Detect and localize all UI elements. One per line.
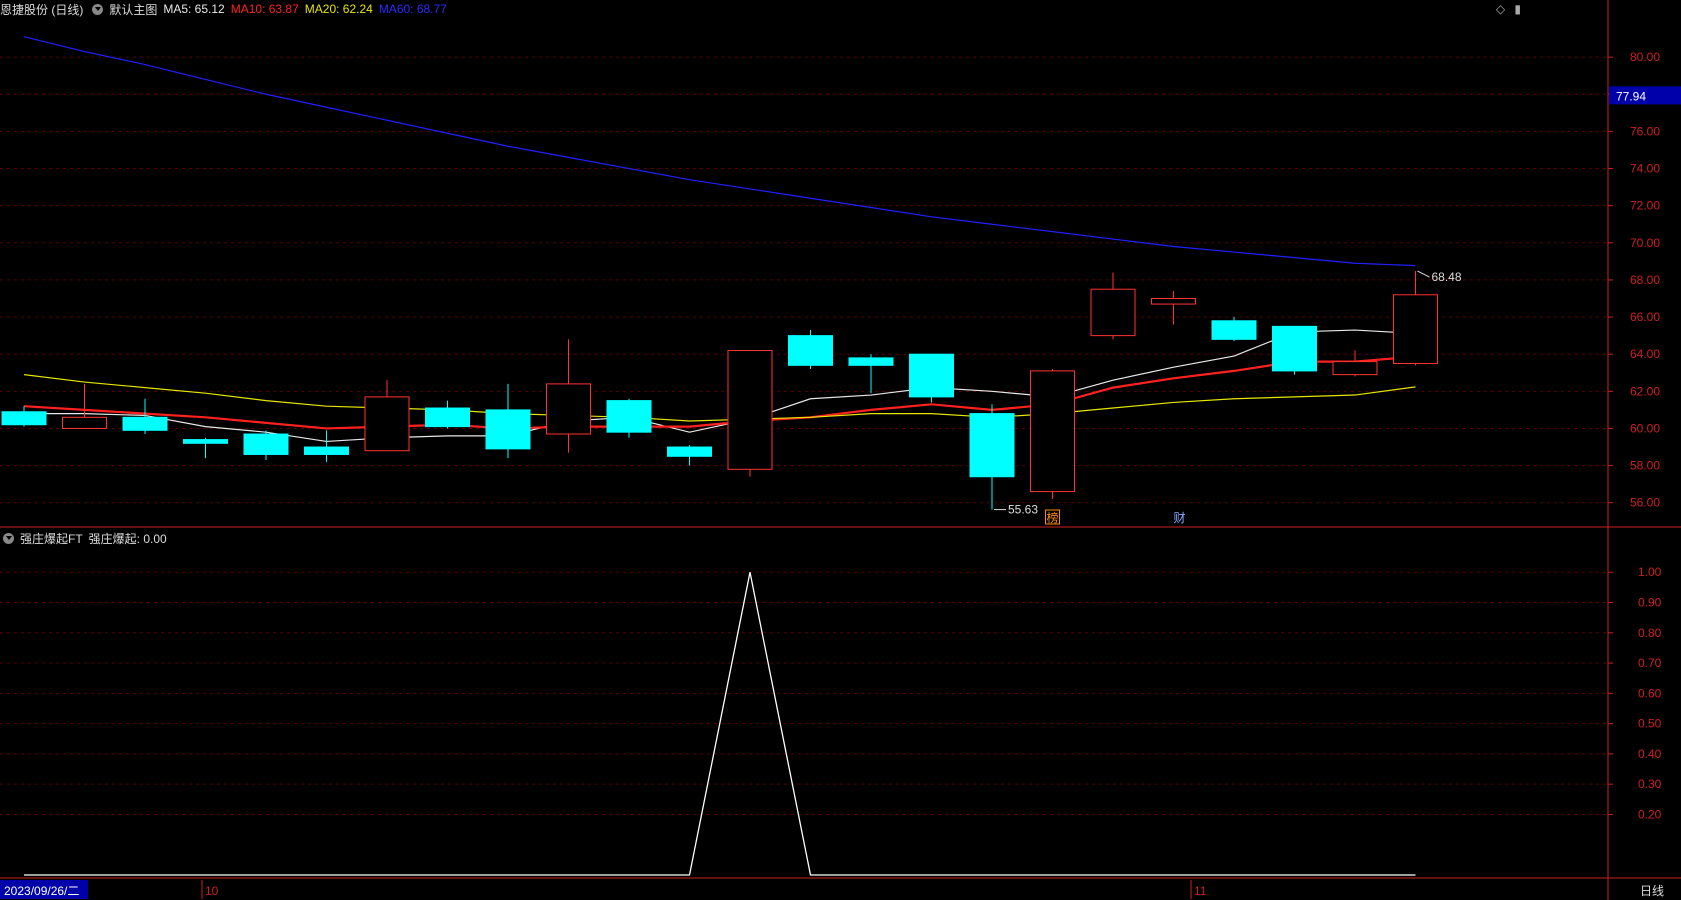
candle-up — [1151, 297, 1196, 305]
month-label-11: 11 — [1194, 884, 1207, 898]
y-tick-label: 0.40 — [1638, 747, 1662, 761]
scroll-handle-icon[interactable]: ▮ — [1514, 2, 1521, 16]
y-tick-label: 0.50 — [1638, 717, 1662, 731]
dropdown-icon[interactable] — [92, 3, 104, 15]
y-tick-label: 72.00 — [1630, 199, 1660, 213]
y-tick-label: 64.00 — [1630, 347, 1660, 361]
y-tick-label: 0.90 — [1638, 596, 1662, 610]
y-tick-label: 0.60 — [1638, 686, 1662, 700]
candle-down — [304, 446, 349, 455]
y-tick-label: 0.20 — [1638, 807, 1662, 821]
y-tick-label: 80.00 — [1630, 50, 1660, 64]
candle-up — [546, 383, 591, 435]
y-tick-label: 56.00 — [1630, 496, 1660, 510]
ma-line-ma10 — [23, 355, 1416, 430]
y-tick-label: 66.00 — [1630, 310, 1660, 324]
event-marker-1: 榜 — [1046, 510, 1058, 525]
sub-chart-header: 强庄爆起FT 强庄爆起: 0.00 — [0, 529, 173, 547]
stock-chart[interactable]: 56.00 58.00 60.00 62.00 64.00 66.00 68.00 70.00… — [0, 0, 1681, 900]
month-label-10: 10 — [205, 884, 219, 898]
y-tick-label: 0.70 — [1638, 656, 1662, 670]
period-label: 日线 — [1640, 884, 1664, 898]
y-tick-label: 62.00 — [1630, 384, 1660, 398]
ma5-label: MA5: 65.12 — [163, 2, 225, 16]
ma10-label: MA10: 63.87 — [230, 2, 299, 16]
candle-up — [727, 349, 773, 470]
ma60-label: MA60: 68.77 — [378, 2, 447, 16]
candle-up — [364, 396, 410, 452]
y-tick-label: 1.00 — [1638, 565, 1662, 579]
candle-down — [122, 416, 168, 431]
candle-up — [1090, 288, 1136, 337]
high-pointer — [1417, 270, 1430, 278]
chart-tools: ◇ ▮ — [1490, 2, 1521, 16]
y-tick-label: 70.00 — [1630, 236, 1660, 250]
candle-down — [485, 409, 531, 450]
low-price-label: 55.63 — [1008, 503, 1038, 517]
candle-up — [1030, 370, 1075, 493]
template-name[interactable]: 默认主图 — [109, 1, 157, 18]
ma20-label: MA20: 62.24 — [304, 2, 373, 16]
price-tag: 77.94 — [1616, 89, 1646, 103]
high-price-label: 68.48 — [1432, 270, 1462, 284]
candle-down — [667, 446, 712, 457]
y-tick-label: 74.00 — [1630, 162, 1660, 176]
candle-up — [1393, 294, 1438, 364]
candle-down — [1, 411, 47, 426]
indicator-value: 强庄爆起: 0.00 — [88, 531, 167, 546]
main-chart-header: 恩捷股份 (日线) 默认主图 MA5: 65.12 MA10: 63.87 MA… — [0, 0, 453, 18]
candle-down — [788, 335, 833, 366]
candle-up — [1332, 361, 1378, 376]
stock-title[interactable]: 恩捷股份 (日线) — [0, 1, 83, 18]
y-tick-label: 68.00 — [1630, 273, 1660, 287]
indicator-name[interactable]: 强庄爆起FT — [20, 530, 83, 547]
diamond-icon[interactable]: ◇ — [1496, 2, 1505, 16]
candle-down — [183, 439, 228, 444]
event-marker-2: 财 — [1173, 511, 1185, 525]
candle-down — [848, 357, 894, 366]
candle-down — [606, 400, 652, 433]
ma-line-ma60 — [23, 36, 1416, 267]
date-start-label: 2023/09/26/二 — [4, 884, 79, 898]
y-tick-label: 60.00 — [1630, 421, 1660, 435]
candle-down — [425, 407, 470, 428]
y-tick-label: 0.80 — [1638, 626, 1662, 640]
candle-down — [1211, 320, 1257, 340]
indicator-dropdown-icon[interactable] — [3, 532, 14, 544]
candle-down — [969, 413, 1015, 478]
y-tick-label: 76.00 — [1630, 124, 1660, 138]
candle-down — [243, 433, 289, 455]
candle-down — [1272, 325, 1317, 372]
ma-line-ma20 — [23, 374, 1416, 422]
candle-up — [62, 416, 107, 429]
candle-down — [909, 353, 954, 398]
y-tick-label: 0.30 — [1638, 777, 1662, 791]
y-tick-label: 58.00 — [1630, 459, 1660, 473]
